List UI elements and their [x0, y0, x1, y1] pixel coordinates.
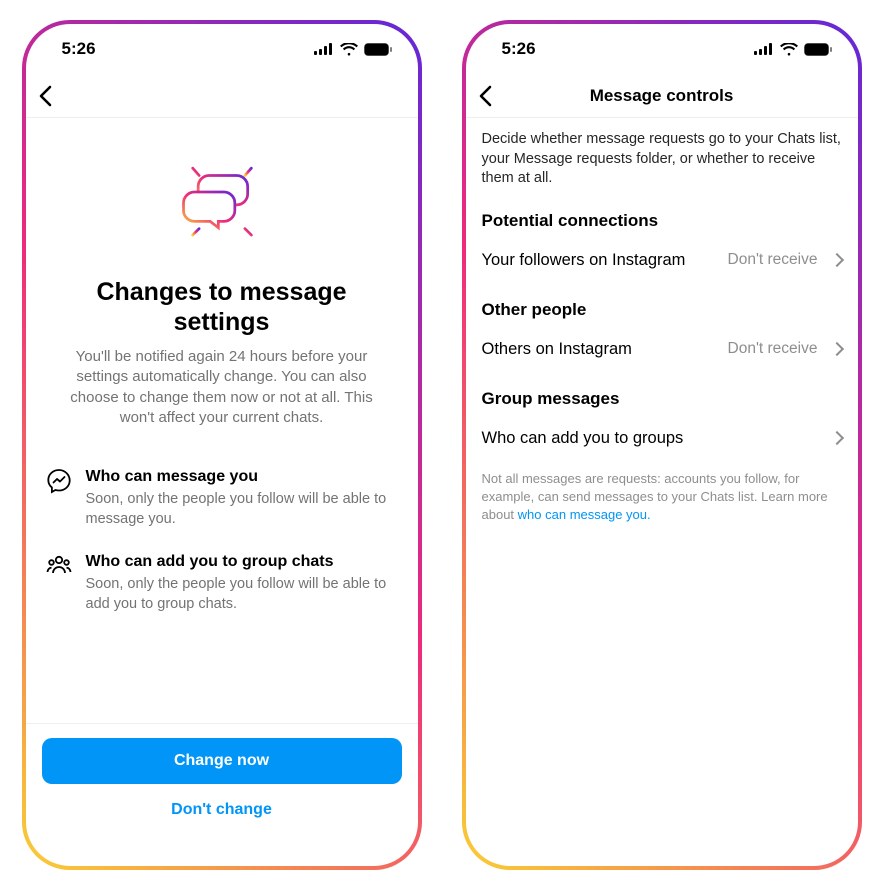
content-left: Changes to message settings You'll be no…: [26, 118, 418, 866]
setting-others[interactable]: Others on Instagram Don't receive: [466, 326, 858, 373]
back-icon[interactable]: [478, 85, 492, 107]
battery-icon: [804, 43, 832, 56]
content-right: Decide whether message requests go to yo…: [466, 118, 858, 866]
status-time: 5:26: [62, 39, 96, 59]
hero: Changes to message settings You'll be no…: [26, 118, 418, 438]
setting-groups[interactable]: Who can add you to groups: [466, 415, 858, 462]
messenger-icon: [46, 468, 72, 494]
nav-title: Message controls: [466, 86, 858, 106]
setting-value: Don't receive: [728, 340, 818, 358]
info-row-subtitle: Soon, only the people you follow will be…: [86, 490, 398, 529]
info-row-title: Who can message you: [86, 468, 398, 486]
info-row-groups: Who can add you to group chats Soon, onl…: [46, 541, 398, 626]
chat-bubble-icon: [167, 148, 277, 258]
battery-icon: [364, 43, 392, 56]
section-heading-other: Other people: [466, 284, 858, 326]
hero-title: Changes to message settings: [54, 277, 390, 337]
info-row-subtitle: Soon, only the people you follow will be…: [86, 575, 398, 614]
page-description: Decide whether message requests go to yo…: [466, 118, 858, 195]
chevron-right-icon: [829, 431, 843, 445]
footer: Change now Don't change: [26, 723, 418, 866]
signal-icon: [314, 43, 334, 55]
phone-frame-right: 5:26 Message controls Decide whether mes…: [462, 20, 862, 870]
chevron-right-icon: [829, 342, 843, 356]
dont-change-button[interactable]: Don't change: [42, 788, 402, 832]
info-row-title: Who can add you to group chats: [86, 553, 398, 571]
section-heading-potential: Potential connections: [466, 195, 858, 237]
wifi-icon: [780, 43, 798, 56]
group-icon: [46, 553, 72, 579]
back-icon[interactable]: [38, 85, 52, 107]
signal-icon: [754, 43, 774, 55]
setting-value: Don't receive: [728, 251, 818, 269]
section-heading-group: Group messages: [466, 373, 858, 415]
footnote-link[interactable]: who can message you.: [518, 507, 651, 522]
wifi-icon: [340, 43, 358, 56]
status-bar: 5:26: [466, 24, 858, 74]
status-icons: [314, 43, 392, 56]
phone-frame-left: 5:26: [22, 20, 422, 870]
setting-label: Others on Instagram: [482, 340, 720, 359]
phone-screen-right: 5:26 Message controls Decide whether mes…: [466, 24, 858, 866]
info-rows: Who can message you Soon, only the peopl…: [26, 438, 418, 636]
hero-body: You'll be notified again 24 hours before…: [54, 347, 390, 428]
setting-label: Your followers on Instagram: [482, 251, 720, 270]
status-bar: 5:26: [26, 24, 418, 74]
setting-followers[interactable]: Your followers on Instagram Don't receiv…: [466, 237, 858, 284]
chevron-right-icon: [829, 253, 843, 267]
status-icons: [754, 43, 832, 56]
nav-bar: [26, 74, 418, 118]
nav-bar: Message controls: [466, 74, 858, 118]
info-row-message: Who can message you Soon, only the peopl…: [46, 456, 398, 541]
footnote: Not all messages are requests: accounts …: [466, 462, 858, 533]
status-time: 5:26: [502, 39, 536, 59]
phone-screen-left: 5:26: [26, 24, 418, 866]
setting-label: Who can add you to groups: [482, 429, 810, 448]
change-now-button[interactable]: Change now: [42, 738, 402, 784]
